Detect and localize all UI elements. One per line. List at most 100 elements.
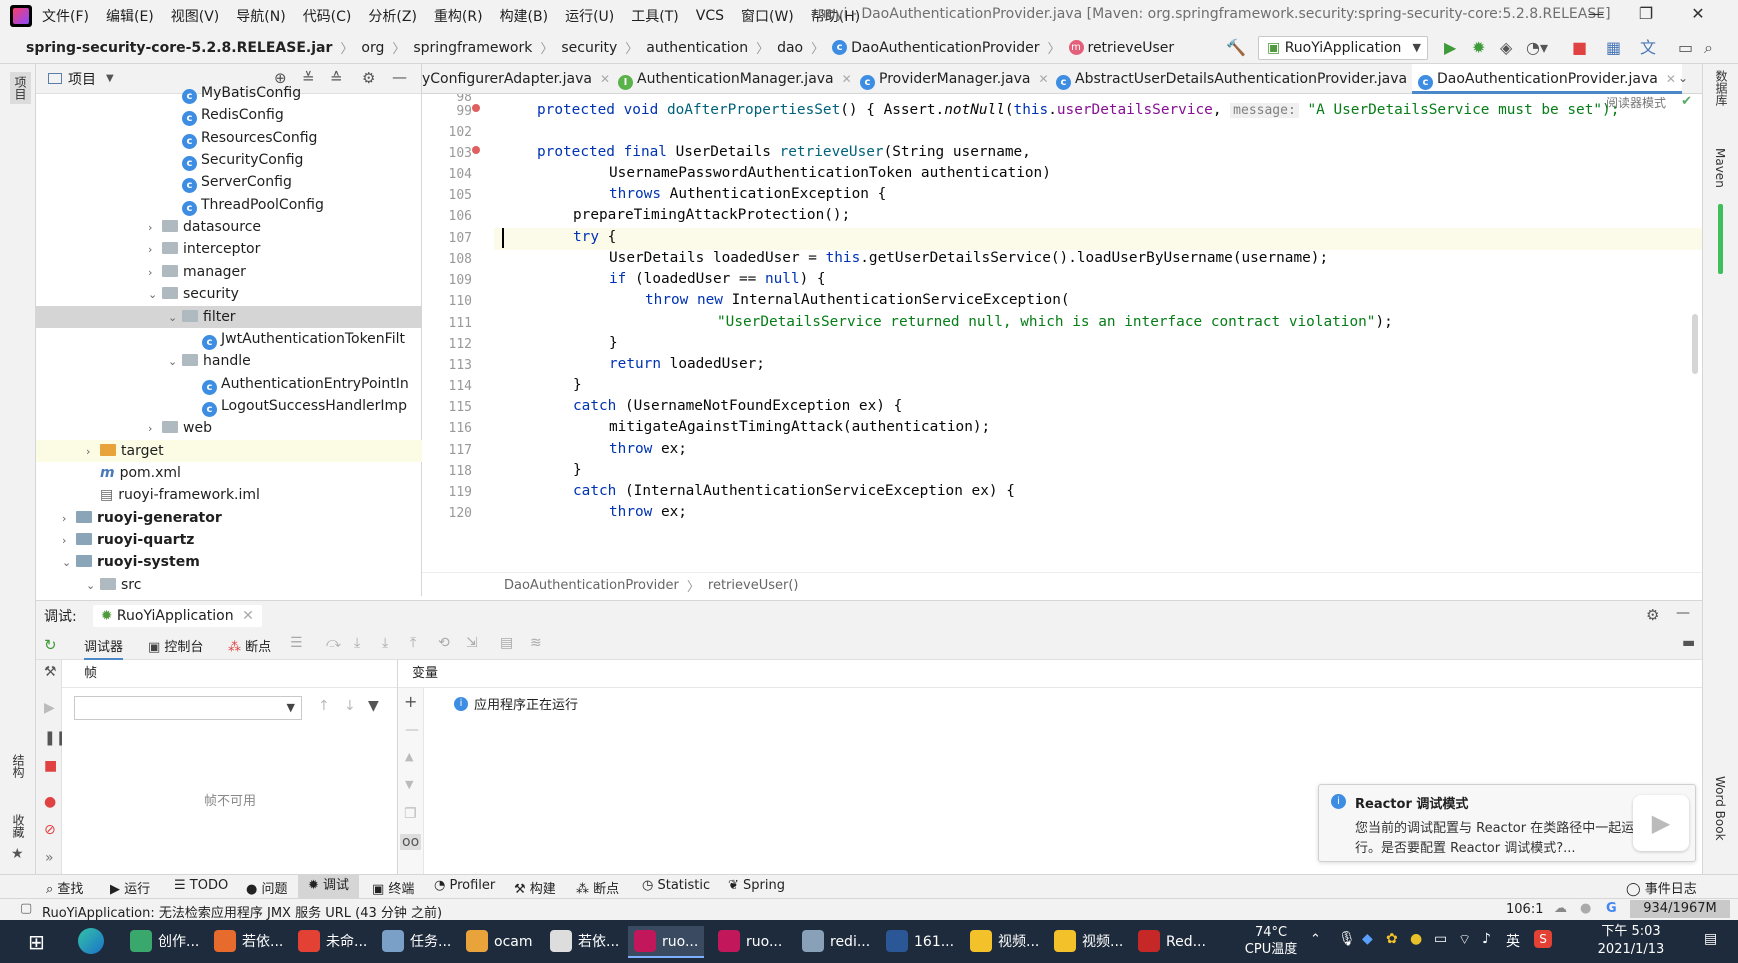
copy-icon[interactable]: ❐ [404,806,417,822]
gear-icon[interactable]: ⚙ [1646,606,1659,624]
step-into-icon[interactable]: ⤓ [354,635,360,651]
tree-item[interactable]: ⌄ handle [36,350,422,372]
tabs-menu-chevron-icon[interactable]: ⌄ [1678,71,1688,85]
tree-item[interactable]: ⌄ src [36,574,422,596]
tab-console[interactable]: ▣ 控制台 [148,636,203,655]
tool-spring[interactable]: ❦ Spring [728,878,785,893]
code-editor[interactable]: 98 99 102 103 104 105 106 107 108 109 110 111 112 113… [422,94,1702,572]
taskbar-app[interactable]: redi... [796,926,876,958]
menu-file[interactable]: 文件(F) [42,6,89,26]
windows-start-icon[interactable]: ⊞ [28,930,45,954]
tool-breakpoints[interactable]: ⁂ 断点 [576,878,619,897]
tool-structure-tab[interactable]: 结构 [10,754,27,778]
debug-session-tab[interactable]: ✹ RuoYiApplication ✕ [92,604,262,627]
tool-favorites-tab[interactable]: 收藏 [10,814,27,838]
evaluate-icon[interactable]: ▤ [500,635,513,651]
tree-item[interactable]: ▤ ruoyi-framework.iml [36,484,422,506]
caret-position[interactable]: 106:1 [1506,902,1543,917]
tree-item[interactable]: ⌄ filter [36,305,422,329]
layout-icon[interactable]: ▬ [1682,635,1695,651]
tool-profiler[interactable]: ◔ Profiler [434,878,495,893]
tab-debugger[interactable]: 调试器 [84,636,124,661]
close-icon[interactable]: ✕ [600,72,610,86]
taskbar-app[interactable]: 视频... [1048,926,1129,958]
breadcrumb-authentication[interactable]: authentication [646,40,748,56]
tool-todo[interactable]: ☰ TODO [174,878,228,893]
notification-body-2[interactable]: 行。是否要配置 Reactor 调试模式?... [1355,837,1576,856]
run-config-select[interactable]: ▣ RuoYiApplication ▼ [1258,36,1428,60]
menu-analyze[interactable]: 分析(Z) [368,6,417,26]
tab-authentication-manager[interactable]: I AuthenticationManager.java ✕ [618,64,852,94]
ime-indicator[interactable]: 英 [1506,931,1520,951]
menu-refactor[interactable]: 重构(R) [434,6,483,26]
coverage-icon[interactable]: ◈ [1500,39,1512,57]
resume-icon[interactable]: ▶ [44,700,55,716]
tool-find[interactable]: ⌕ 查找 [46,878,83,897]
notification-center-icon[interactable]: ▤ [1704,931,1717,947]
search-everywhere-icon[interactable]: ⌕ [1704,39,1713,57]
taskbar-app[interactable]: 若依... [208,926,289,958]
chevron-right-icon[interactable]: › [148,239,162,261]
remove-icon[interactable]: — [405,722,419,738]
editor-gutter[interactable]: 98 99 102 103 104 105 106 107 108 109 110 111 112 113… [422,94,494,572]
volume-icon[interactable]: ♪ [1482,931,1491,947]
taskbar-app[interactable]: 创作... [124,926,205,958]
debug-bug-icon[interactable]: ✹ [1472,39,1485,57]
tree-item[interactable]: c LogoutSuccessHandlerImp [36,395,422,417]
tree-item[interactable]: c JwtAuthenticationTokenFilt [36,328,422,350]
tree-item[interactable]: › datasource [36,216,422,238]
menu-edit[interactable]: 编辑(E) [106,6,154,26]
tool-terminal[interactable]: ▣ 终端 [372,878,414,897]
thread-select[interactable]: ▼ [74,696,302,720]
more-icon[interactable]: » [45,850,54,866]
move-up-icon[interactable]: ▲ [405,750,413,763]
chevron-right-icon[interactable]: › [62,530,76,552]
tool-problems[interactable]: ● 问题 [246,878,288,897]
move-down-icon[interactable]: ▼ [405,778,413,791]
step-over-icon[interactable]: ⤼ [326,635,341,651]
tree-item[interactable]: c MyBatisConfig [36,82,422,104]
tab-provider-manager[interactable]: c ProviderManager.java ✕ [860,64,1049,94]
tree-item[interactable]: m pom.xml [36,462,422,484]
memory-indicator[interactable]: 934/1967M [1630,900,1730,918]
close-icon[interactable]: ✕ [1666,72,1676,86]
close-window-button[interactable]: ✕ [1676,4,1720,28]
tree-item[interactable]: › interceptor [36,238,422,260]
hide-panel-icon[interactable]: — [1676,605,1690,621]
menu-vcs[interactable]: VCS [696,8,724,24]
stop-icon[interactable]: ■ [1572,39,1587,57]
mute-breakpoints-icon[interactable]: ⊘ [44,822,56,838]
tool-statistic[interactable]: ◷ Statistic [642,878,710,893]
run-to-cursor-icon[interactable]: ⇲ [466,635,478,651]
tool-build[interactable]: ⚒ 构建 [514,878,556,897]
battery-icon[interactable]: ▭ [1434,931,1447,947]
play-video-icon[interactable]: ▶ [1633,795,1689,851]
trace-icon[interactable]: ≋ [530,635,542,651]
tool-event-log[interactable]: ◯ 事件日志 [1626,878,1697,897]
down-arrow-icon[interactable]: ↓ [344,698,356,714]
chevron-down-icon[interactable]: ⌄ [62,552,76,574]
tool-maven-tab[interactable]: Maven [1713,148,1727,188]
layout-icon[interactable]: ▭ [1678,39,1693,57]
tree-item[interactable]: ⌄ ruoyi-system [36,551,422,573]
profile-icon[interactable]: ◔▾ [1526,39,1548,57]
menu-run[interactable]: 运行(U) [565,6,614,26]
reactor-notification[interactable]: i Reactor 调试模式 您当前的调试配置与 Reactor 在类路径中一起… [1318,784,1696,862]
force-step-into-icon[interactable]: ⤓ [382,635,388,651]
breadcrumb-security[interactable]: security [561,40,617,56]
breadcrumb-jar[interactable]: spring-security-core-5.2.8.RELEASE.jar [26,40,332,56]
close-icon[interactable]: ✕ [1039,72,1049,86]
chevron-down-icon[interactable]: ⌄ [168,351,182,373]
build-hammer-icon[interactable]: 🔨 [1226,39,1246,57]
wifi-icon[interactable]: ⌔ [1458,931,1471,949]
chevron-right-icon[interactable]: › [148,217,162,239]
chevron-right-icon[interactable]: › [86,441,100,463]
taskbar-app[interactable]: Red... [1132,926,1212,958]
tool-wordbook-tab[interactable]: Word Book [1713,776,1727,841]
close-icon[interactable]: ✕ [842,72,852,86]
minimize-button[interactable]: — [1574,4,1618,28]
menu-build[interactable]: 构建(B) [500,6,549,26]
tray-app-icon[interactable]: ◆ [1362,931,1373,947]
edge-browser-icon[interactable] [78,928,104,954]
chevron-down-icon[interactable]: ⌄ [168,307,182,329]
